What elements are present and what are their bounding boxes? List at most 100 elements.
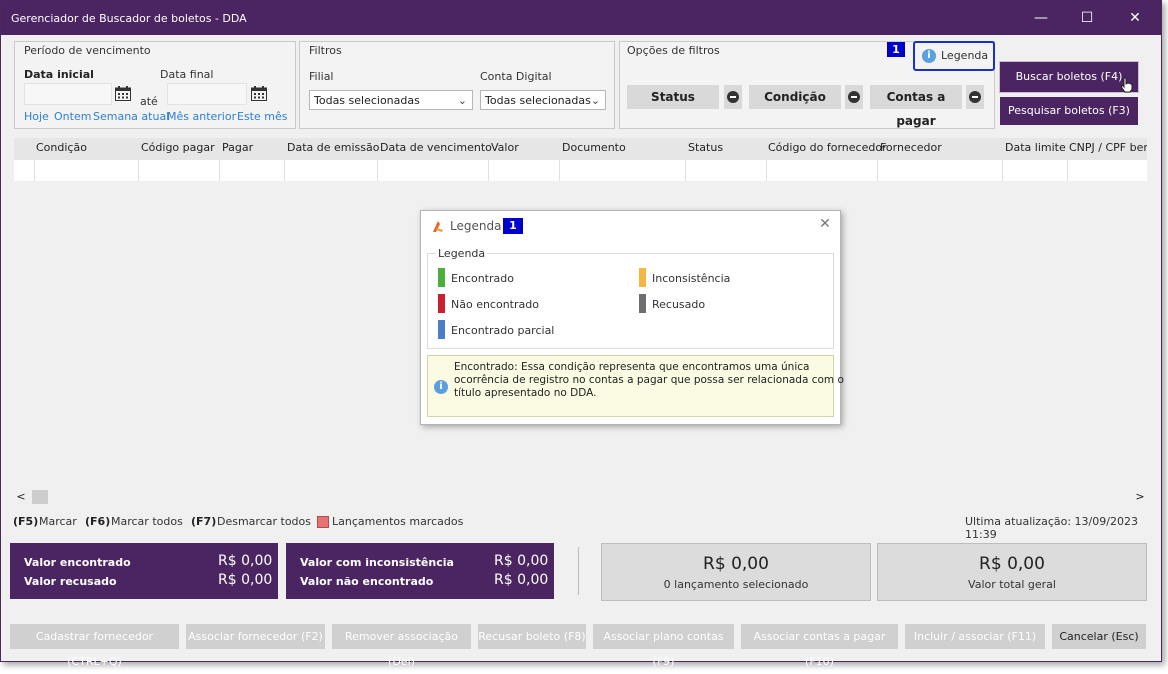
callout-badge: 1 (503, 218, 523, 234)
f5-marcar[interactable]: Marcar (39, 515, 77, 528)
f7-desmarcar-todos[interactable]: Desmarcar todos (217, 515, 311, 528)
nao-encontrado-label: Não encontrado (451, 298, 539, 311)
f6-marcar-todos[interactable]: Marcar todos (111, 515, 183, 528)
associar-fornecedor-button[interactable]: Associar fornecedor (F2) (186, 624, 325, 649)
legenda-button[interactable]: i Legenda (913, 41, 995, 71)
legenda-button-label: Legenda (941, 49, 989, 62)
total-geral-label: Valor total geral (968, 578, 1056, 591)
selecionado-value: R$ 0,00 (703, 554, 769, 574)
valor-recusado-label: Valor recusado (24, 575, 117, 588)
total-geral-panel: R$ 0,00 Valor total geral (877, 543, 1147, 601)
dialog-title: Legenda (450, 219, 502, 233)
col-data-emissao[interactable]: Data de emissão (287, 141, 379, 154)
chevron-down-icon: ⌄ (590, 94, 600, 107)
filtros-group: Filtros Filial Conta Digital Todas selec… (299, 41, 615, 129)
valor-inconsistencia-value: R$ 0,00 (494, 553, 549, 569)
data-final-label: Data final (160, 68, 214, 81)
data-final-input[interactable] (167, 83, 247, 105)
contas-remove-icon[interactable] (966, 85, 984, 109)
encontrado-parcial-swatch (438, 320, 445, 339)
associar-contas-pagar-button[interactable]: Associar contas a pagar (F10) (741, 624, 898, 668)
link-este-mes[interactable]: Este mês (237, 110, 287, 123)
col-status[interactable]: Status (688, 141, 723, 154)
last-update: Ultima atualização: 13/09/2023 11:39 (965, 515, 1138, 541)
filial-select[interactable]: Todas selecionadas ⌄ (309, 90, 473, 110)
col-condicao[interactable]: Condição (36, 141, 87, 154)
scroll-left-icon[interactable]: < (14, 489, 28, 505)
nao-encontrado-swatch (438, 294, 445, 313)
calendar-icon[interactable] (115, 86, 131, 101)
scroll-right-icon[interactable]: > (1133, 489, 1147, 505)
hand-cursor-icon (1120, 77, 1134, 93)
conta-select-value: Todas selecionadas (485, 94, 591, 107)
marked-label: Lançamentos marcados (332, 515, 464, 528)
col-valor[interactable]: Valor (491, 141, 519, 154)
col-pagar[interactable]: Pagar (222, 141, 253, 154)
total-geral-value: R$ 0,00 (979, 554, 1045, 574)
recusado-label: Recusado (652, 298, 706, 311)
info-line-2: ocorrência de registro no contas a pagar… (454, 374, 844, 386)
table-row[interactable] (14, 160, 1147, 181)
f6-key: (F6) (85, 515, 111, 528)
dialog-close-icon[interactable]: ✕ (817, 216, 833, 232)
col-cnpj-cpf[interactable]: CNPJ / CPF bene (1069, 141, 1147, 154)
col-codigo-pagar[interactable]: Código pagar (141, 141, 215, 154)
opcoes-title: Opções de filtros (627, 44, 720, 57)
main-window: Gerenciador de Buscador de boletos - DDA… (0, 0, 1162, 668)
col-data-vencimento[interactable]: Data de vencimento (380, 141, 492, 154)
pesquisar-boletos-button[interactable]: Pesquisar boletos (F3) (1000, 97, 1138, 125)
col-codigo-fornecedor[interactable]: Código do fornecedor (768, 141, 887, 154)
maximize-button[interactable]: ☐ (1067, 5, 1107, 31)
conta-digital-label: Conta Digital (480, 70, 552, 83)
link-hoje[interactable]: Hoje (24, 110, 49, 123)
buscar-boletos-button[interactable]: Buscar boletos (F4) (1000, 62, 1138, 92)
divider (578, 547, 579, 595)
filial-label: Filial (309, 70, 334, 83)
condicao-filter-button[interactable]: Condição (749, 85, 841, 109)
calendar-icon[interactable] (251, 86, 267, 101)
data-inicial-label: Data inicial (24, 68, 94, 81)
link-ontem[interactable]: Ontem (54, 110, 91, 123)
inconsistencia-swatch (639, 268, 646, 287)
data-inicial-input[interactable] (24, 83, 112, 105)
col-data-limite[interactable]: Data limite d (1005, 141, 1069, 154)
conta-digital-select[interactable]: Todas selecionadas ⌄ (480, 90, 606, 110)
grid-header: Condição Código pagar Pagar Data de emis… (14, 138, 1147, 160)
col-fornecedor[interactable]: Fornecedor (880, 141, 942, 154)
filial-select-value: Todas selecionadas (314, 94, 420, 107)
callout-badge: 1 (887, 42, 905, 57)
link-semana-atual[interactable]: Semana atual (93, 110, 169, 123)
marked-color-swatch (317, 516, 329, 528)
link-mes-anterior[interactable]: Mês anterior (167, 110, 236, 123)
remover-associacao-button[interactable]: Remover associação (Del) (332, 624, 471, 668)
filtros-title: Filtros (309, 44, 342, 57)
valor-inconsistencia-label: Valor com inconsistência (300, 556, 454, 569)
col-documento[interactable]: Documento (562, 141, 626, 154)
selecionado-panel: R$ 0,00 0 lançamento selecionado (601, 543, 871, 601)
recusar-boleto-button[interactable]: Recusar boleto (F8) (478, 624, 586, 649)
f5-key: (F5) (13, 515, 39, 528)
info-line-3: título apresentado no DDA. (454, 387, 597, 399)
encontrado-swatch (438, 268, 445, 287)
title-bar: Gerenciador de Buscador de boletos - DDA… (1, 1, 1161, 35)
scroll-thumb[interactable] (32, 490, 48, 504)
close-button[interactable]: ✕ (1115, 5, 1155, 31)
associar-plano-contas-button[interactable]: Associar plano contas (F9) (593, 624, 734, 668)
minimize-button[interactable]: — (1021, 5, 1061, 31)
selecionado-label: 0 lançamento selecionado (663, 578, 809, 591)
status-filter-button[interactable]: Status (627, 85, 719, 109)
totals-panel-2: Valor com inconsistência R$ 0,00 Valor n… (286, 543, 554, 599)
info-box: i Encontrado: Essa condição representa q… (427, 355, 844, 417)
contas-pagar-filter-button[interactable]: Contas a pagar (870, 85, 962, 128)
condicao-remove-icon[interactable] (845, 85, 863, 109)
ate-label: até (140, 95, 158, 108)
status-remove-icon[interactable] (724, 85, 742, 109)
recusado-swatch (639, 294, 646, 313)
horizontal-scrollbar[interactable]: < > (14, 489, 1147, 505)
valor-encontrado-value: R$ 0,00 (218, 553, 273, 569)
incluir-associar-button[interactable]: Incluir / associar (F11) (905, 624, 1045, 649)
cadastrar-fornecedor-button[interactable]: Cadastrar fornecedor (CTRL+Q) (10, 624, 179, 668)
cancelar-button[interactable]: Cancelar (Esc) (1052, 624, 1146, 649)
inconsistencia-label: Inconsistência (652, 272, 731, 285)
periodo-group: Período de vencimento Data inicial Data … (14, 41, 296, 129)
